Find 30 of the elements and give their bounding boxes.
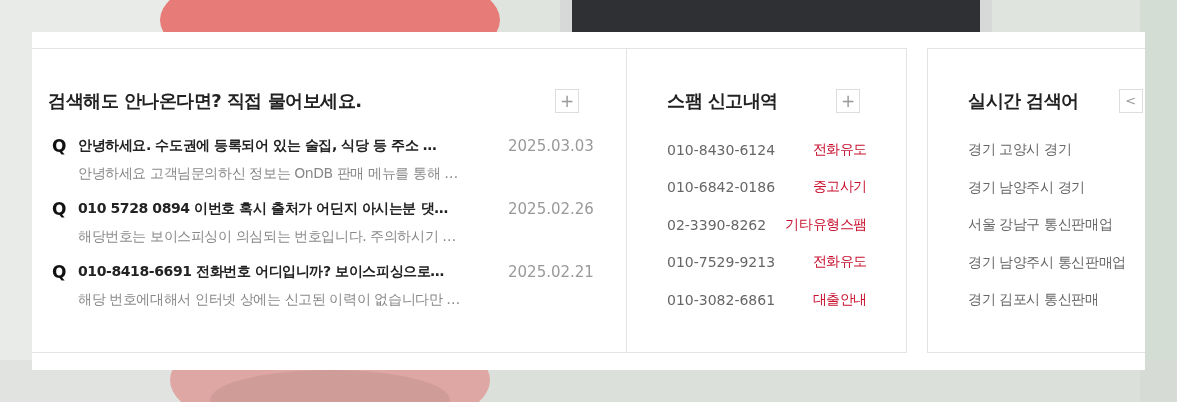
post-date: 2025.02.26 xyxy=(508,200,594,218)
spam-type: 전화유도 xyxy=(812,140,867,159)
phone-number[interactable]: 02-3390-8262 xyxy=(667,216,767,233)
phone-number[interactable]: 010-8430-6124 xyxy=(667,141,776,158)
question-marker: Q xyxy=(51,199,68,219)
question-marker: Q xyxy=(51,136,68,156)
spam-type: 대출안내 xyxy=(812,290,867,309)
question-link[interactable]: 010-8418-6691 전화번호 어디입니까? 보이스피싱으로… xyxy=(78,263,508,281)
answer-preview: 안녕하세요 고객님문의하신 정보는 OnDB 판매 메뉴를 통해 … xyxy=(77,164,459,183)
spam-type: 기타유형스팸 xyxy=(785,215,867,234)
search-term[interactable]: 경기 남양주시 경기 xyxy=(968,168,1145,206)
question-link[interactable]: 010 5728 0894 이번호 혹시 출처가 어딘지 아시는분 댓… xyxy=(78,200,508,218)
section-title: 실시간 검색어 xyxy=(968,89,1079,113)
post-date: 2025.02.21 xyxy=(508,263,594,281)
question-link[interactable]: 안녕하세요. 수도권에 등록되어 있는 술집, 식당 등 주소 … xyxy=(78,137,508,155)
section-title: 검색해도 안나온다면? 직접 물어보세요. xyxy=(48,89,362,113)
phone-number[interactable]: 010-3082-6861 xyxy=(667,291,776,308)
post-date: 2025.03.03 xyxy=(508,137,594,155)
search-term[interactable]: 서울 강남구 통신판매업 xyxy=(968,206,1145,244)
question-marker: Q xyxy=(51,262,68,282)
answer-preview: 해당 번호에대해서 인터넷 상에는 신고된 이력이 없습니다만 … xyxy=(77,290,461,309)
phone-number[interactable]: 010-7529-9213 xyxy=(667,254,776,271)
spam-type: 전화유도 xyxy=(812,253,867,272)
spam-type: 중고사기 xyxy=(812,178,867,197)
search-term[interactable]: 경기 고양시 경기 xyxy=(968,131,1145,169)
section-title: 스팸 신고내역 xyxy=(667,89,778,113)
phone-number[interactable]: 010-6842-0186 xyxy=(667,179,776,196)
answer-preview: 해당번호는 보이스피싱이 의심되는 번호입니다. 주의하시기 … xyxy=(77,227,457,246)
search-term[interactable]: 경기 남양주시 통신판매업 xyxy=(968,243,1145,281)
search-term[interactable]: 경기 김포시 통신판매 xyxy=(968,281,1145,319)
